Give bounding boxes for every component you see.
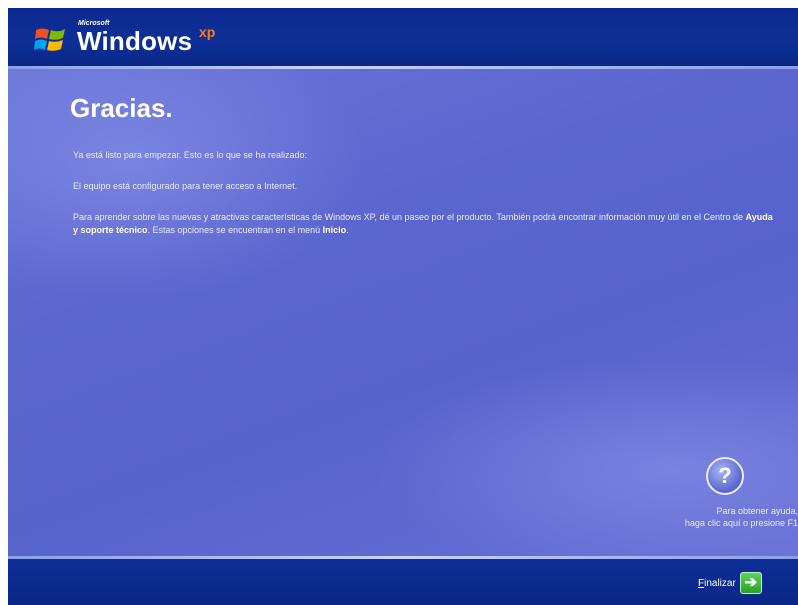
- help-text-line2: haga clic aquí o presione F1: [684, 518, 798, 528]
- arrow-right-icon: ➔: [739, 572, 762, 594]
- help-text-line1: Para obtener ayuda,: [716, 506, 798, 516]
- finish-label-rest: inalizar: [704, 577, 736, 589]
- setup-window: Microsoft Windows xp Gracias. Ya está li…: [8, 8, 798, 605]
- help-icon[interactable]: ?: [706, 457, 744, 495]
- info-text-2: . Estas opciones se encuentran en el men…: [147, 225, 323, 235]
- windows-label: Windows: [77, 26, 193, 56]
- xp-label: xp: [199, 24, 216, 40]
- footer-bar: Finalizar ➔: [8, 559, 798, 605]
- help-text[interactable]: Para obtener ayuda, haga clic aquí o pre…: [618, 505, 798, 529]
- content-area: Gracias. Ya está listo para empezar. Est…: [8, 69, 798, 556]
- info-paragraph: Para aprender sobre las nuevas y atracti…: [73, 211, 773, 237]
- finish-button[interactable]: Finalizar ➔: [698, 572, 762, 594]
- info-text-1: Para aprender sobre las nuevas y atracti…: [73, 212, 746, 222]
- page-title: Gracias.: [70, 93, 173, 123]
- start-menu-label: Inicio: [322, 225, 347, 235]
- info-text-3: .: [346, 225, 349, 235]
- windows-flag-icon: [34, 28, 65, 51]
- status-text-internet: El equipo está configurado para tener ac…: [73, 181, 298, 191]
- finish-label: Finalizar: [698, 578, 736, 589]
- header-bar: Microsoft Windows xp: [8, 8, 798, 66]
- status-text-ready: Ya está listo para empezar. Esto es lo q…: [73, 150, 307, 160]
